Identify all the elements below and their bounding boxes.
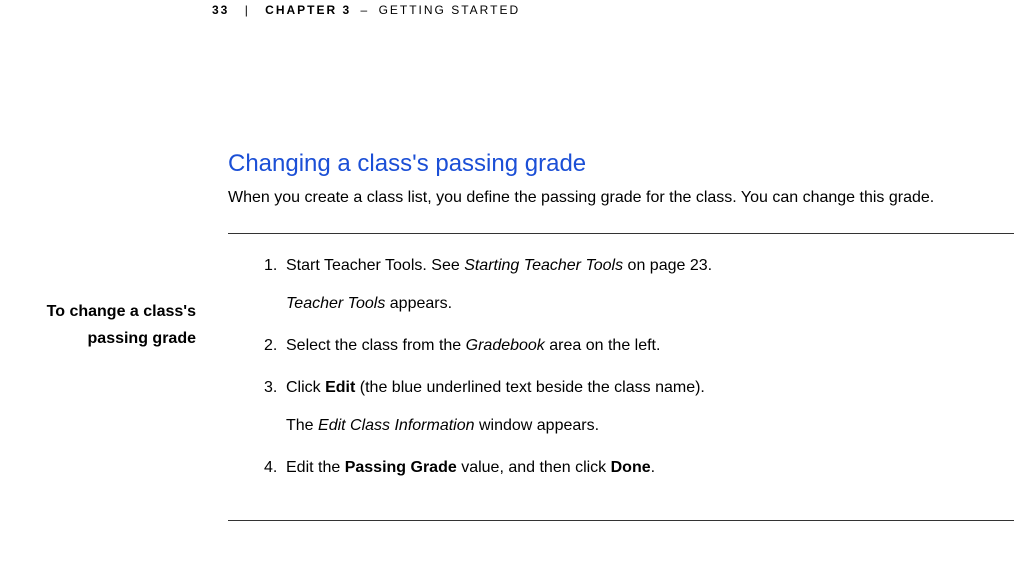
step-item: 3.Click Edit (the blue underlined text b… <box>264 376 712 438</box>
section-heading: Changing a class's passing grade <box>228 150 1014 178</box>
divider-bottom <box>228 520 1014 521</box>
text-run: Select the class from the <box>286 337 466 354</box>
step-item: 4.Edit the Passing Grade value, and then… <box>264 456 712 480</box>
chapter-label: CHAPTER 3 <box>265 3 351 17</box>
step-body: Edit the Passing Grade value, and then c… <box>286 459 655 476</box>
step-body: Select the class from the Gradebook area… <box>286 337 660 354</box>
text-run: on page 23. <box>623 257 712 274</box>
step-item: 1.Start Teacher Tools. See Starting Teac… <box>264 254 712 316</box>
text-run: Edit <box>325 379 355 396</box>
text-run: . <box>651 459 655 476</box>
page-header: 33 | CHAPTER 3 – GETTING STARTED <box>212 3 520 17</box>
text-run: area on the left. <box>545 337 661 354</box>
procedure-block: 1.Start Teacher Tools. See Starting Teac… <box>228 254 1014 498</box>
text-run: Edit Class Information <box>318 417 475 434</box>
step-line: 3.Click Edit (the blue underlined text b… <box>264 376 712 400</box>
text-run: Start Teacher Tools. See <box>286 257 464 274</box>
step-line: 2.Select the class from the Gradebook ar… <box>264 334 712 358</box>
text-run: Passing Grade <box>345 459 457 476</box>
text-run: window appears. <box>475 417 600 434</box>
content-area: Changing a class's passing grade When yo… <box>228 150 1014 521</box>
step-body: Start Teacher Tools. See Starting Teache… <box>286 257 712 274</box>
step-number: 3. <box>264 376 286 400</box>
text-run: value, and then click <box>457 459 611 476</box>
step-number: 2. <box>264 334 286 358</box>
side-label-line2: passing grade <box>0 325 196 352</box>
side-label-line1: To change a class's <box>0 298 196 325</box>
step-body: Click Edit (the blue underlined text bes… <box>286 379 705 396</box>
text-run: Edit the <box>286 459 345 476</box>
text-run: Gradebook <box>466 337 545 354</box>
page-number: 33 <box>212 3 229 17</box>
step-sub: The Edit Class Information window appear… <box>286 414 712 438</box>
text-run: The <box>286 417 318 434</box>
text-run: appears. <box>385 295 452 312</box>
step-line: 1.Start Teacher Tools. See Starting Teac… <box>264 254 712 278</box>
step-line: 4.Edit the Passing Grade value, and then… <box>264 456 712 480</box>
step-item: 2.Select the class from the Gradebook ar… <box>264 334 712 358</box>
text-run: Starting Teacher Tools <box>464 257 623 274</box>
text-run: Teacher Tools <box>286 295 385 312</box>
section-intro: When you create a class list, you define… <box>228 184 1014 211</box>
divider-top <box>228 233 1014 234</box>
chapter-title: GETTING STARTED <box>379 3 521 17</box>
step-number: 1. <box>264 254 286 278</box>
header-separator: | <box>245 3 250 17</box>
step-number: 4. <box>264 456 286 480</box>
text-run: Done <box>611 459 651 476</box>
text-run: (the blue underlined text beside the cla… <box>355 379 705 396</box>
procedure-side-label: To change a class's passing grade <box>0 298 196 352</box>
chapter-dash: – <box>361 3 370 17</box>
steps-list: 1.Start Teacher Tools. See Starting Teac… <box>264 254 712 498</box>
step-sub: Teacher Tools appears. <box>286 292 712 316</box>
text-run: Click <box>286 379 325 396</box>
